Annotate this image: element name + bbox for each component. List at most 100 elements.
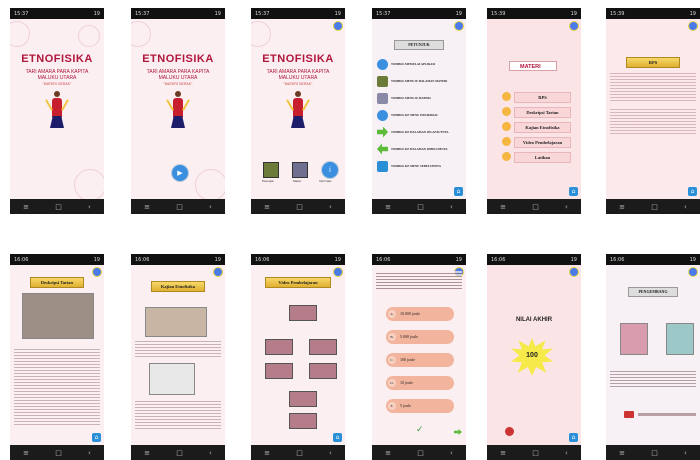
status-bar: 16:06 19 [487,254,581,265]
nav-back-button[interactable]: ‹ [565,203,568,211]
app-tagline: "MATERI GERAK" [42,82,72,86]
battery-level: 19 [93,256,100,263]
answer-option-b[interactable]: B. 5.000 joule [386,330,454,344]
bullet-icon [502,137,511,146]
nav-menu-button[interactable]: ≡ [500,449,506,457]
home-button[interactable]: ⌂ [454,187,463,196]
next-arrow-icon[interactable] [454,429,462,435]
screenshot-home-menu: 15:37 19 ETNOFISIKA TARI AMARA PARA KAPIT… [251,8,345,214]
battery-level: 19 [570,10,577,17]
sound-icon[interactable] [92,267,102,277]
nav-menu-button[interactable]: ≡ [385,203,391,211]
video-thumbnail[interactable] [265,363,293,379]
sound-icon[interactable] [688,267,698,277]
exit-button[interactable] [505,427,514,436]
nav-back-button[interactable]: ‹ [209,203,212,211]
nav-menu-button[interactable]: ≡ [23,203,29,211]
nav-back-button[interactable]: ‹ [329,203,332,211]
battery-level: 19 [214,10,221,17]
nav-home-button[interactable]: □ [417,203,424,211]
option-value: 10 joule [400,380,413,385]
video-thumbnail[interactable] [289,413,317,429]
dance-photo [145,307,207,337]
status-time: 15:37 [376,10,391,17]
sound-icon[interactable] [688,21,698,31]
nav-bar: ≡ □ ‹ [10,199,104,214]
nav-menu-button[interactable]: ≡ [619,449,625,457]
nav-home-button[interactable]: □ [55,203,62,211]
petunjuk-button[interactable] [263,162,279,178]
nav-home-button[interactable]: □ [55,449,62,457]
nav-home-button[interactable]: □ [532,449,539,457]
materi-item-latihan[interactable]: Latihan [502,152,571,163]
materi-item-rps[interactable]: RPS [502,92,571,103]
home-button[interactable]: ⌂ [569,187,578,196]
nav-home-button[interactable]: □ [651,203,658,211]
nav-back-button[interactable]: ‹ [450,449,453,457]
home-button[interactable]: ⌂ [92,433,101,442]
nav-back-button[interactable]: ‹ [88,449,91,457]
nav-bar: ≡ □ ‹ [251,199,345,214]
bullet-icon [502,152,511,161]
answer-option-e[interactable]: E. 5 joule [386,399,454,413]
app-screen: Kajian Etnofisika [131,265,225,445]
nav-home-button[interactable]: □ [417,449,424,457]
sound-icon[interactable] [569,267,579,277]
sound-icon[interactable] [333,267,343,277]
nav-home-button[interactable]: □ [176,203,183,211]
video-thumbnail[interactable] [289,305,317,321]
video-thumbnail[interactable] [309,363,337,379]
materi-item-deskripsi[interactable]: Deskripsi Tarian [502,107,571,118]
email-icon[interactable] [624,411,634,418]
nav-menu-button[interactable]: ≡ [500,203,506,211]
nav-home-button[interactable]: □ [176,449,183,457]
sound-icon[interactable] [569,21,579,31]
nav-menu-button[interactable]: ≡ [23,449,29,457]
nav-back-button[interactable]: ‹ [684,203,687,211]
informasi-button[interactable]: i [321,161,339,179]
nav-home-button[interactable]: □ [296,449,303,457]
nav-menu-button[interactable]: ≡ [385,449,391,457]
nav-back-button[interactable]: ‹ [450,203,453,211]
book-icon [377,92,388,104]
status-time: 16:06 [491,256,506,263]
play-button[interactable]: ▶ [171,164,189,182]
bullet-icon [502,107,511,116]
menu-row: TOMBOL MENUJU HALAMAN MATERI [377,75,461,87]
video-thumbnail[interactable] [265,339,293,355]
battery-level: 19 [689,256,696,263]
video-thumbnail[interactable] [309,339,337,355]
rps-text-block [610,71,696,101]
home-button[interactable]: ⌂ [569,433,578,442]
battery-level: 19 [334,256,341,263]
materi-item-label: Kajian Etnofisika [514,122,571,133]
answer-option-c[interactable]: C. 100 joule [386,353,454,367]
nav-home-button[interactable]: □ [296,203,303,211]
battery-level: 19 [570,256,577,263]
nav-menu-button[interactable]: ≡ [264,449,270,457]
nav-home-button[interactable]: □ [651,449,658,457]
materi-button[interactable] [292,162,308,178]
answer-option-d[interactable]: D. 10 joule [386,376,454,390]
nav-home-button[interactable]: □ [532,203,539,211]
home-button[interactable]: ⌂ [688,187,697,196]
nav-back-button[interactable]: ‹ [565,449,568,457]
app-screen: Video Pembelajaran ⌂ [251,265,345,445]
video-thumbnail[interactable] [289,391,317,407]
nav-back-button[interactable]: ‹ [684,449,687,457]
nav-menu-button[interactable]: ≡ [144,203,150,211]
nav-back-button[interactable]: ‹ [88,203,91,211]
status-time: 16:06 [376,256,391,263]
nav-menu-button[interactable]: ≡ [264,203,270,211]
nav-menu-button[interactable]: ≡ [144,449,150,457]
sound-icon[interactable] [333,21,343,31]
answer-option-a[interactable]: A. 10.000 joule [386,307,454,321]
nav-back-button[interactable]: ‹ [209,449,212,457]
nav-menu-button[interactable]: ≡ [619,203,625,211]
materi-item-video[interactable]: Video Pembelajaran [502,137,571,148]
sound-icon[interactable] [213,267,223,277]
home-button[interactable]: ⌂ [333,433,342,442]
sound-icon[interactable] [454,21,464,31]
nav-back-button[interactable]: ‹ [329,449,332,457]
materi-item-kajian[interactable]: Kajian Etnofisika [502,122,571,133]
